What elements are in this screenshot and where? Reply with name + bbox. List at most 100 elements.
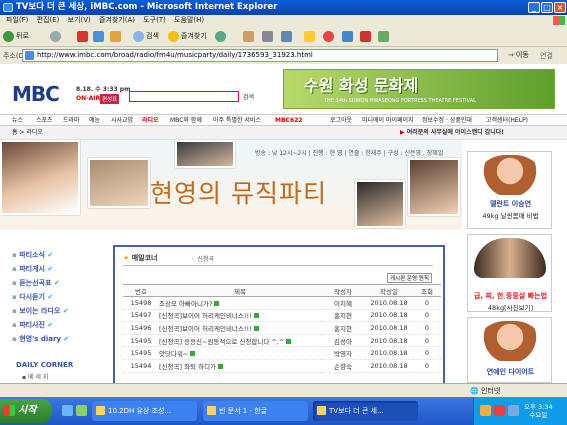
menu-diary[interactable]: 현영's diary bbox=[12, 334, 69, 344]
mail-button[interactable] bbox=[243, 30, 256, 43]
favorites-button[interactable]: 즐겨찾기 bbox=[168, 30, 207, 43]
nav-radio[interactable]: 라디오 bbox=[142, 115, 159, 126]
discuss-button[interactable] bbox=[304, 30, 317, 43]
program-title: 현영의 뮤직파티 bbox=[150, 179, 327, 208]
media-button[interactable] bbox=[215, 30, 228, 43]
search-button[interactable]: 검색 bbox=[133, 30, 159, 43]
table-row[interactable]: 15496 [신청곡]보이어 허리케인비너스!!! 홍지현 2010.08.18 0 bbox=[123, 321, 441, 335]
forward-button[interactable] bbox=[50, 30, 63, 43]
menu-view[interactable]: 보기(V) bbox=[68, 16, 91, 24]
home-icon bbox=[110, 30, 121, 42]
side-ad[interactable]: 급, 찌, 한 뚱뚱살 빠는법 48kg[사진보기] bbox=[467, 234, 552, 312]
window-titlebar[interactable]: TV보다 더 큰 세상, iMBC.com - Microsoft Intern… bbox=[0, 0, 567, 15]
table-row[interactable]: 15495 앗닷다워~ 박영자 2010.08.18 0 bbox=[123, 346, 441, 360]
side-ad[interactable]: 델란트 이승연 49kg 날씬몸매 비법 bbox=[467, 151, 552, 229]
mbc-logo[interactable]: MBC bbox=[12, 82, 60, 106]
onair-link[interactable]: ON-AIR bbox=[76, 95, 100, 102]
nav-news[interactable]: 뉴스 bbox=[12, 115, 23, 126]
media-icon bbox=[215, 30, 226, 42]
post-title[interactable]: [신청곡]보이어 허리케인비너스!!! bbox=[159, 309, 321, 323]
table-row[interactable]: 15495 [신청곡] 응응신~원동적으로 신청합니다 ^,^ 김성아 2010.08… bbox=[123, 334, 441, 348]
clock[interactable]: 오후 3:34 수요일 bbox=[524, 403, 553, 419]
tray-icon[interactable] bbox=[480, 405, 491, 416]
taskbar-item[interactable]: 10.2DH 유상 조성... bbox=[92, 401, 197, 421]
nav-mbc622[interactable]: MBC622 bbox=[275, 115, 302, 126]
nav-sports[interactable]: 스포츠 bbox=[36, 115, 53, 126]
menu-edit[interactable]: 편집(E) bbox=[37, 16, 60, 24]
post-title[interactable]: [신청곡] 응응신~원동적으로 신청합니다 ^,^ bbox=[159, 334, 321, 348]
start-button[interactable]: 시작 bbox=[0, 399, 52, 423]
nav-account[interactable]: 정보수정 · 상품인대 bbox=[422, 115, 472, 126]
post-title[interactable]: [신청곡]보이어 허리케인비너스!!! bbox=[159, 321, 321, 335]
menu-party-news[interactable]: 파티소식 bbox=[12, 250, 53, 260]
site-search-input[interactable] bbox=[129, 91, 239, 102]
nav-entertainment[interactable]: 예능 bbox=[89, 115, 100, 126]
post-views: 0 bbox=[413, 359, 441, 373]
program-banner: 방송 : 낮 12시~2시 | 진행 : 현 영 | 연출 : 한재주 | 구성… bbox=[0, 140, 462, 230]
forward-arrow-icon bbox=[50, 30, 61, 42]
maximize-button[interactable]: □ bbox=[541, 2, 553, 13]
daily-corner-heading: DAILY CORNER bbox=[16, 361, 74, 369]
nav-mypage[interactable]: 미니에이 마이페이지 bbox=[362, 115, 414, 126]
tray-icon[interactable] bbox=[508, 405, 519, 416]
tray-icon[interactable] bbox=[494, 405, 505, 416]
side-ad[interactable]: 연예인 다이어트 bbox=[467, 317, 552, 383]
post-number: 15495 bbox=[123, 334, 159, 348]
menu-tools[interactable]: 도구(T) bbox=[143, 16, 166, 24]
refresh-button[interactable] bbox=[93, 30, 106, 43]
links-label[interactable]: 연결 bbox=[540, 51, 553, 61]
menu-favorites[interactable]: 즐겨찾기(A) bbox=[99, 16, 135, 24]
menu-help[interactable]: 도움말(H) bbox=[174, 16, 204, 24]
table-row[interactable]: 15498 조상모 아빠아니가? 이지혜 2010.08.18 0 bbox=[123, 296, 441, 310]
table-row[interactable]: 15494 [신청곡] 좌퇴 하디가 손향숙 2010.08.18 0 bbox=[123, 359, 441, 373]
close-button[interactable]: × bbox=[554, 2, 566, 13]
address-input[interactable]: http://www.imbc.com/broad/radio/fm4u/mus… bbox=[22, 49, 498, 62]
nav-drama[interactable]: 드라마 bbox=[63, 115, 80, 126]
toolbar-extra-2[interactable] bbox=[360, 30, 373, 43]
toolbar-extra-1[interactable] bbox=[342, 30, 355, 43]
windows-flag-icon bbox=[553, 16, 565, 25]
messenger-button[interactable] bbox=[323, 30, 336, 43]
extension-icon bbox=[378, 30, 389, 42]
home-button[interactable] bbox=[110, 30, 123, 43]
table-row[interactable]: 15497 [신청곡]보이어 허리케인비너스!!! 홍지현 2010.08.18 0 bbox=[123, 309, 441, 323]
festival-banner-ad[interactable]: 수원 화성 문화제 THE 14th SUWON HWASEONG FORTRE… bbox=[283, 69, 555, 109]
menu-visible-radio[interactable]: 보이는 라디오 bbox=[12, 306, 69, 316]
back-button[interactable]: 뒤로 bbox=[3, 30, 29, 43]
toolbar-extra-3[interactable] bbox=[378, 30, 391, 43]
nav-current-affairs[interactable]: 시사교양 bbox=[111, 115, 133, 126]
post-date: 2010.08.18 bbox=[365, 309, 413, 323]
post-title[interactable]: 조상모 아빠아니가? bbox=[159, 296, 321, 310]
go-button[interactable]: 이동 bbox=[508, 50, 529, 60]
refresh-icon bbox=[93, 30, 104, 42]
menu-file[interactable]: 파일(F) bbox=[6, 16, 28, 24]
minimize-button[interactable]: _ bbox=[528, 2, 540, 13]
nav-with-mbc[interactable]: MBC와 함께 bbox=[170, 115, 202, 126]
stop-icon bbox=[77, 30, 88, 42]
stop-button[interactable] bbox=[77, 30, 90, 43]
post-number: 15497 bbox=[123, 309, 159, 323]
menu-replay[interactable]: 다시듣기 bbox=[12, 292, 53, 302]
menu-photos[interactable]: 파티사진 bbox=[12, 320, 53, 330]
nav-special-service[interactable]: 아주 특별한 서비스 bbox=[213, 115, 261, 126]
nav-logout[interactable]: 로그아웃 bbox=[330, 115, 352, 126]
site-search-button[interactable]: 검색 bbox=[243, 92, 254, 101]
menu-party-board[interactable]: 파티게시 bbox=[12, 264, 53, 274]
edit-button[interactable] bbox=[281, 30, 294, 43]
post-title[interactable]: 앗닷다워~ bbox=[159, 346, 321, 360]
schedule-link[interactable]: 편성표 bbox=[100, 94, 120, 104]
print-button[interactable] bbox=[262, 30, 275, 43]
news-ticker[interactable]: 여러분의 사무실에 아이스캔디 갑니다! bbox=[400, 126, 504, 140]
daily-corner-item[interactable]: ▪ 메 세 지 bbox=[22, 372, 48, 381]
nav-help[interactable]: 고객센터(HELP) bbox=[486, 115, 528, 126]
breadcrumb[interactable]: 홈 > 라디오 bbox=[12, 126, 43, 140]
quick-launch-icon[interactable] bbox=[76, 405, 87, 416]
menu-playlist[interactable]: 듣는선곡표 bbox=[12, 278, 60, 288]
new-post-icon bbox=[253, 313, 259, 319]
board-rules-button[interactable]: 게시판 운영 원칙 bbox=[387, 273, 432, 283]
taskbar-item-active[interactable]: TV보다 더 큰 세... bbox=[313, 401, 418, 421]
post-title[interactable]: [신청곡] 좌퇴 하디가 bbox=[159, 359, 321, 373]
taskbar-item[interactable]: 빈 문서 1 - 한글 bbox=[203, 401, 308, 421]
quick-launch-icon[interactable] bbox=[62, 405, 73, 416]
post-author: 손향숙 bbox=[321, 359, 365, 373]
